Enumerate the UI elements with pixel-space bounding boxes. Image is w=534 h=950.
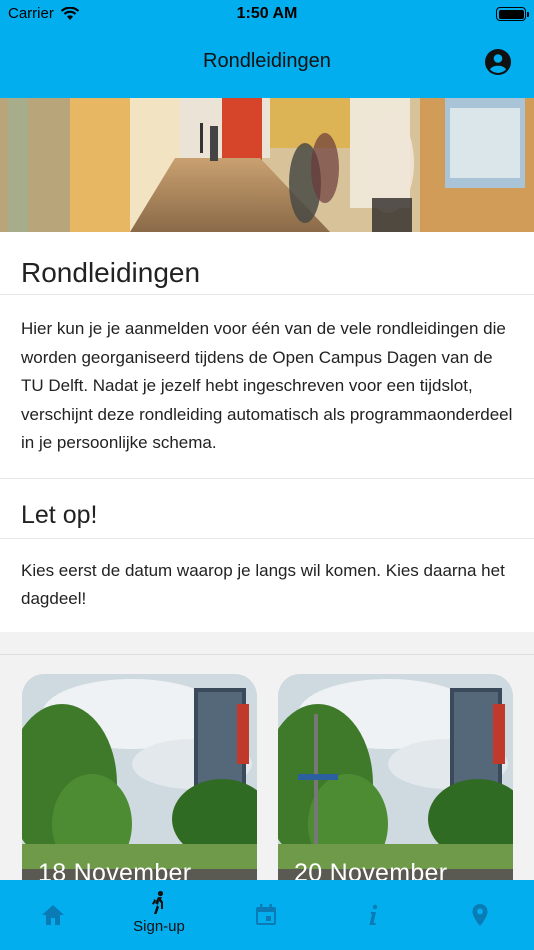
info-icon (369, 904, 378, 925)
hero-image (0, 98, 534, 232)
account-circle-icon[interactable] (484, 48, 512, 76)
clock: 1:50 AM (236, 5, 298, 22)
notice-text: Kies eerst de datum waarop je langs wil … (21, 560, 505, 609)
tab-location[interactable] (427, 880, 533, 950)
tab-home[interactable] (0, 880, 106, 950)
tab-info[interactable] (320, 880, 426, 950)
intro-text: Hier kun je je aanmelden voor één van de… (21, 319, 513, 452)
battery-icon (496, 7, 529, 21)
date-card[interactable]: 18 November (22, 674, 257, 904)
notice-title: Let op! (21, 500, 98, 529)
date-card[interactable]: 20 November (278, 674, 513, 904)
tab-bar: Sign-up (0, 880, 534, 950)
navigation-bar: Rondleidingen (0, 28, 534, 98)
home-icon (42, 905, 64, 925)
tab-calendar[interactable] (213, 880, 319, 950)
section-title: Rondleidingen (21, 257, 201, 288)
walking-icon (152, 890, 164, 914)
date-cards: 18 November 20 November (0, 654, 534, 904)
tab-label: Sign-up (133, 918, 185, 935)
page-title: Rondleidingen (203, 50, 331, 72)
calendar-icon (256, 904, 276, 925)
info-section: Rondleidingen Hier kun je je aanmelden v… (0, 232, 534, 632)
location-pin-icon (472, 904, 488, 926)
tab-sign-up[interactable]: Sign-up (106, 880, 212, 950)
status-bar: Carrier 1:50 AM (0, 0, 534, 28)
